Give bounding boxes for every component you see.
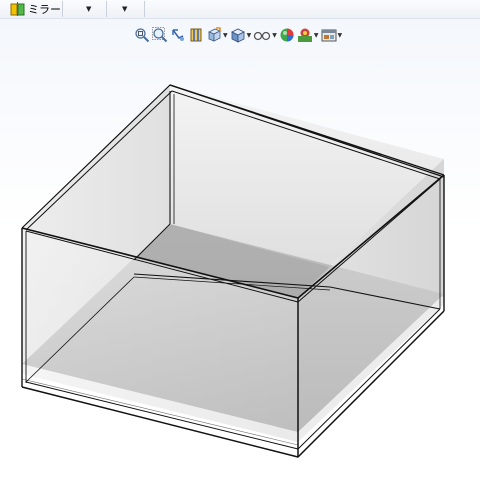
chevron-down-icon: ▼: [86, 5, 92, 13]
chevron-down-icon: ▼: [122, 5, 128, 13]
mirror-button[interactable]: ミラー: [10, 0, 61, 18]
toolbar-separator: [144, 1, 145, 17]
mirror-icon: [10, 1, 25, 17]
command-manager-bar: ミラー ▼ ▼: [0, 0, 480, 19]
graphics-area[interactable]: ▼ ▼ ▼ ▼ ▼: [0, 19, 480, 489]
mirror-label: ミラー: [28, 3, 61, 16]
open-box-model[interactable]: [0, 19, 480, 489]
dropdown-button-1[interactable]: ▼: [86, 0, 91, 18]
toolbar-separator: [106, 1, 107, 17]
dropdown-button-2[interactable]: ▼: [122, 0, 127, 18]
toolbar-separator: [62, 1, 63, 17]
